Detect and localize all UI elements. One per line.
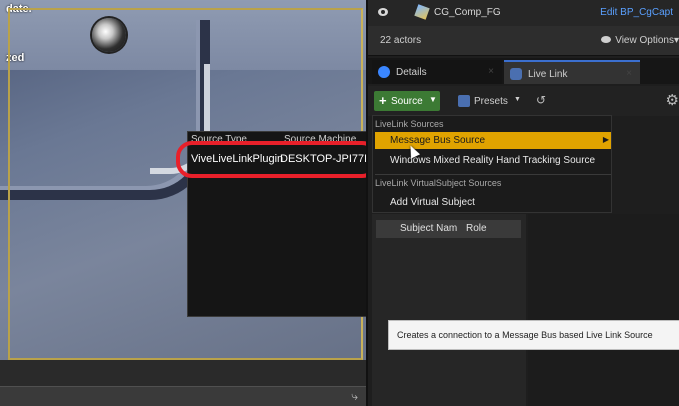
presets-icon [458,95,470,107]
live-link-icon [510,68,522,80]
menu-item-label: Windows Mixed Reality Hand Tracking Sour… [390,155,596,166]
tooltip-text: Creates a connection to a Message Bus ba… [397,330,653,340]
add-source-button[interactable]: + Source ▼ [374,91,440,111]
live-link-toolbar: + Source ▼ Presets ▼ ↺ ⚙ [368,86,679,116]
close-icon[interactable]: × [488,66,494,77]
panel-tab-bar: Details × Live Link × [368,58,679,84]
menu-section-virtual-subject-sources: LiveLink VirtualSubject Sources [375,178,502,188]
presets-button[interactable]: Presets ▼ [456,91,524,111]
menu-section-livelink-sources: LiveLink Sources [375,119,444,129]
visibility-eye-icon[interactable] [378,8,388,16]
chevron-down-icon: ▼ [514,96,521,103]
subjects-panel: Subject Nam Role [372,214,526,406]
viewport-bottom-bar: ⤷ [0,360,366,406]
actor-count: 22 actors [380,35,422,46]
view-options-button[interactable]: View Options▾ [601,35,679,46]
menu-item-add-virtual-subject[interactable]: Add Virtual Subject [375,194,611,211]
outliner-footer: 22 actors View Options▾ [368,26,679,56]
edit-blueprint-link[interactable]: Edit BP_CgCapt [600,7,673,18]
corner-arrow-icon[interactable]: ⤷ [351,389,358,404]
chevron-down-icon: ▾ [673,35,679,46]
submenu-arrow-icon: ▶ [602,135,609,144]
plus-icon: + [379,93,387,108]
details-icon [378,66,390,78]
revert-icon[interactable]: ↺ [536,93,546,107]
chevron-down-icon: ▼ [429,95,437,104]
close-icon[interactable]: × [626,68,632,79]
eye-icon [601,36,612,43]
subject-details-pane [528,214,679,406]
col-role[interactable]: Role [466,223,487,234]
menu-divider [375,174,611,175]
tab-live-link-label: Live Link [528,69,568,80]
outliner-row[interactable]: CG_Comp_FG Edit BP_CgCapt [368,0,679,26]
source-dropdown-menu: LiveLink Sources Message Bus Source ▶ Wi… [372,115,612,213]
outliner-item-label: CG_Comp_FG [434,7,501,18]
add-source-label: Source [391,96,423,107]
red-highlight-annotation [176,141,378,178]
presets-label: Presets [474,96,508,107]
menu-item-tooltip: Creates a connection to a Message Bus ba… [388,320,679,350]
view-options-label: View Options [615,35,674,46]
gear-icon[interactable]: ⚙ [666,91,679,109]
tab-details-label: Details [396,67,427,78]
subjects-table-header: Subject Nam Role [376,220,521,238]
menu-item-label: Add Virtual Subject [390,197,475,208]
tab-details[interactable]: Details × [372,60,502,84]
menu-item-label: Message Bus Source [390,135,486,146]
content-browser-strip [0,386,366,406]
tab-live-link[interactable]: Live Link × [504,60,640,84]
col-subject-name[interactable]: Subject Nam [400,223,457,234]
component-icon [414,4,430,20]
